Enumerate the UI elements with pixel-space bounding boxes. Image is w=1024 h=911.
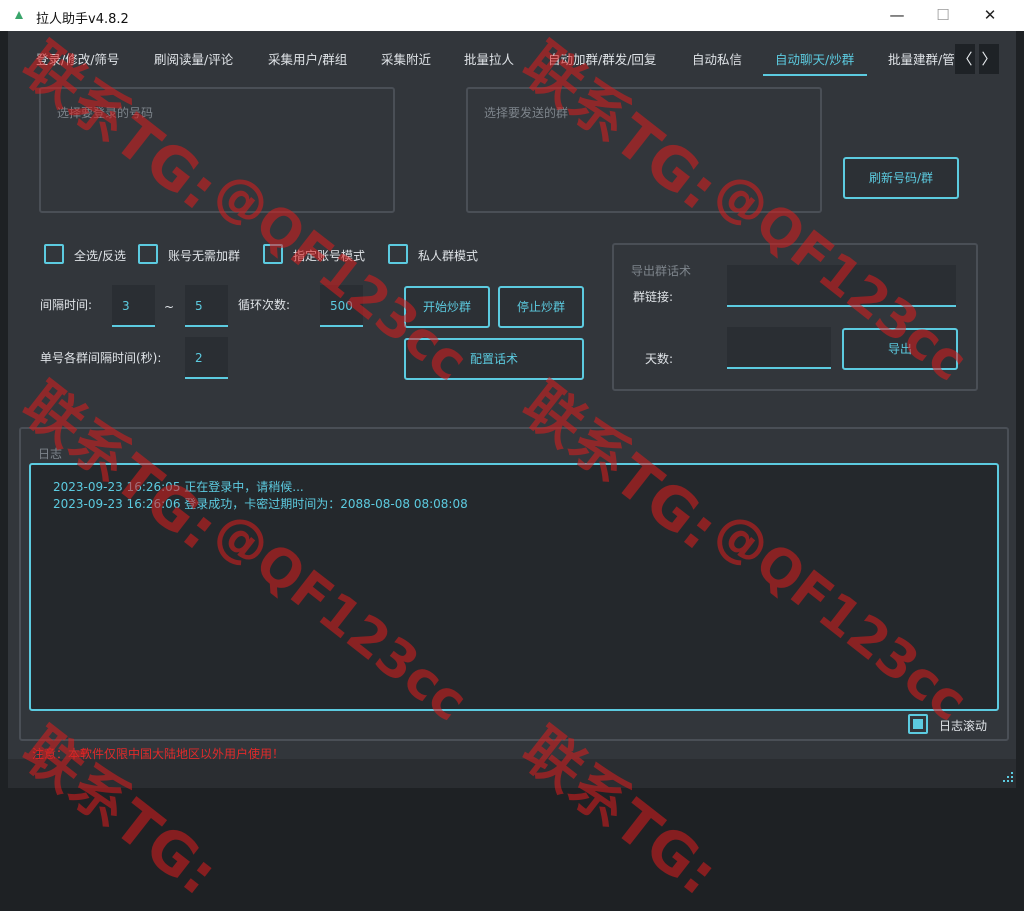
no-join-checkbox[interactable] <box>138 244 158 264</box>
no-join-label: 账号无需加群 <box>168 249 241 263</box>
minimize-button[interactable]: — <box>874 0 920 31</box>
tab-read-count[interactable]: 刷阅读量/评论 <box>154 49 233 69</box>
per-group-interval-input[interactable]: 2 <box>185 337 228 379</box>
refresh-accounts-groups-button[interactable]: 刷新号码/群 <box>843 157 959 199</box>
close-button[interactable]: ✕ <box>967 0 1013 31</box>
export-title: 导出群话术 <box>631 264 692 278</box>
groups-list[interactable]: 选择要发送的群 <box>466 87 822 213</box>
tab-auto-join[interactable]: 自动加群/群发/回复 <box>548 49 656 69</box>
log-line: 2023-09-23 16:26:06 登录成功，卡密过期时间为：2088-08… <box>53 497 468 511</box>
accounts-list[interactable]: 选择要登录的号码 <box>39 87 395 213</box>
start-button[interactable]: 开始炒群 <box>404 286 490 328</box>
select-all-label: 全选/反选 <box>74 249 127 263</box>
app-icon <box>15 11 23 19</box>
title-bar: 拉人助手v4.8.2 — ☐ ✕ <box>0 0 1024 31</box>
tab-scroll-left-button[interactable]: 〈 <box>955 44 975 74</box>
specified-account-checkbox[interactable] <box>263 244 283 264</box>
private-group-label: 私人群模式 <box>418 249 479 263</box>
log-autoscroll-label: 日志滚动 <box>939 719 988 733</box>
tab-collect-nearby[interactable]: 采集附近 <box>381 49 431 69</box>
days-label: 天数: <box>645 352 674 366</box>
maximize-button[interactable]: ☐ <box>920 0 966 31</box>
resize-grip-icon[interactable] <box>999 768 1015 784</box>
private-group-checkbox[interactable] <box>388 244 408 264</box>
tab-batch-invite[interactable]: 批量拉人 <box>464 49 514 69</box>
interval-separator: ~ <box>164 300 175 314</box>
interval-label: 间隔时间: <box>40 298 93 312</box>
tab-auto-chat[interactable]: 自动聊天/炒群 <box>775 49 854 69</box>
tab-scroll-right-button[interactable]: 〉 <box>979 44 999 74</box>
accounts-placeholder: 选择要登录的号码 <box>57 106 154 120</box>
window-title: 拉人助手v4.8.2 <box>36 12 129 27</box>
active-tab-indicator <box>763 74 867 76</box>
notice-text: 注意：本软件仅限中国大陆地区以外用户使用！ <box>32 747 285 761</box>
interval-min-input[interactable]: 3 <box>112 285 155 327</box>
specified-account-label: 指定账号模式 <box>293 249 366 263</box>
log-line: 2023-09-23 16:26:05 正在登录中，请稍候... <box>53 480 304 494</box>
loop-count-label: 循环次数: <box>238 298 291 312</box>
log-output[interactable]: 2023-09-23 16:26:05 正在登录中，请稍候... 2023-09… <box>29 463 999 711</box>
log-title: 日志 <box>38 447 63 461</box>
status-bar <box>8 759 1016 788</box>
group-link-input[interactable] <box>727 265 956 307</box>
days-input[interactable] <box>727 327 831 369</box>
tab-collect-users[interactable]: 采集用户/群组 <box>268 49 347 69</box>
config-script-button[interactable]: 配置话术 <box>404 338 584 380</box>
tab-batch-create[interactable]: 批量建群/管 <box>888 49 954 69</box>
interval-max-input[interactable]: 5 <box>185 285 228 327</box>
group-link-label: 群链接: <box>633 290 674 304</box>
per-group-interval-label: 单号各群间隔时间(秒): <box>40 351 162 365</box>
export-panel: 导出群话术 群链接: 天数: 导出 <box>612 243 978 391</box>
groups-placeholder: 选择要发送的群 <box>484 106 569 120</box>
select-all-checkbox[interactable] <box>44 244 64 264</box>
tab-auto-dm[interactable]: 自动私信 <box>692 49 742 69</box>
log-autoscroll-checkbox[interactable] <box>908 714 928 734</box>
export-button[interactable]: 导出 <box>842 328 958 370</box>
checkmark-icon <box>913 719 923 729</box>
stop-button[interactable]: 停止炒群 <box>498 286 584 328</box>
tab-login[interactable]: 登录/修改/筛号 <box>36 49 119 69</box>
loop-count-input[interactable]: 500 <box>320 285 363 327</box>
